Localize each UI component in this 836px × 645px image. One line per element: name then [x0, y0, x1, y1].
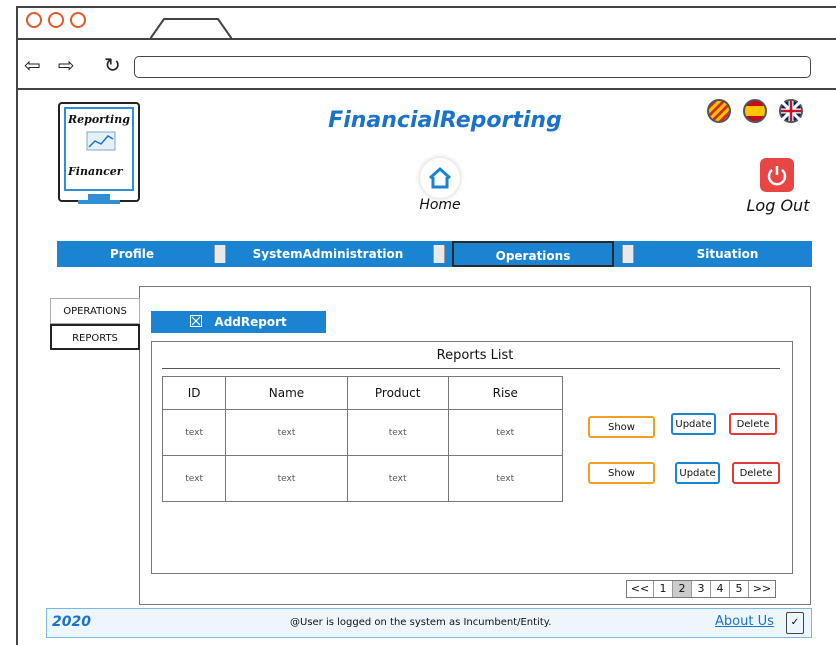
menu-separator — [622, 245, 634, 263]
pagination-last[interactable]: >> — [749, 581, 775, 597]
address-bar[interactable] — [134, 56, 811, 78]
uk-flag-icon[interactable] — [779, 99, 803, 123]
side-tab-reports[interactable]: REPORTS — [50, 324, 140, 350]
arrow-left-icon[interactable]: ⇦ — [24, 55, 41, 75]
table-row[interactable]: text text text text — [161, 455, 564, 502]
home-button[interactable] — [420, 158, 460, 198]
menu-item-operations[interactable]: Operations — [452, 241, 614, 267]
add-report-button[interactable]: AddReport — [151, 311, 326, 333]
chart-icon — [86, 131, 116, 151]
menu-item-profile[interactable]: Profile — [57, 241, 207, 267]
add-report-label: AddReport — [214, 315, 287, 329]
clipboard-icon[interactable]: ✓ — [786, 612, 804, 634]
table-cell: text — [161, 455, 227, 502]
title-divider — [162, 368, 780, 369]
footer-login-status: @User is logged on the system as Incumbe… — [290, 617, 552, 628]
column-header-id[interactable]: ID — [161, 376, 227, 410]
side-tab-operations[interactable]: OPERATIONS — [50, 298, 140, 324]
pagination-page[interactable]: 1 — [654, 581, 673, 597]
table-row[interactable]: text text text text — [161, 409, 564, 456]
app-title: FinancialReporting — [328, 108, 562, 133]
pagination-page-current[interactable]: 2 — [673, 581, 692, 597]
reports-table: ID Name Product Rise text text text text… — [161, 376, 564, 502]
table-cell: text — [447, 409, 564, 456]
about-us-link[interactable]: About Us — [715, 614, 774, 629]
column-header-name[interactable]: Name — [225, 376, 348, 410]
pagination-first[interactable]: << — [627, 581, 654, 597]
reports-list-title: Reports List — [436, 348, 514, 363]
logo-text-reporting: Reporting — [68, 113, 130, 126]
close-window-icon[interactable] — [26, 12, 42, 28]
minimize-window-icon[interactable] — [48, 12, 64, 28]
show-button[interactable]: Show — [588, 462, 655, 484]
table-header-row: ID Name Product Rise — [161, 376, 564, 410]
table-cell: text — [346, 455, 449, 502]
close-box-icon — [190, 315, 203, 327]
maximize-window-icon[interactable] — [70, 12, 86, 28]
catalan-flag-icon[interactable] — [707, 99, 731, 123]
show-button[interactable]: Show — [588, 416, 655, 438]
footer-year: 2020 — [52, 614, 91, 630]
table-cell: text — [225, 409, 348, 456]
home-label[interactable]: Home — [408, 197, 472, 213]
spanish-flag-icon[interactable] — [743, 99, 767, 123]
delete-button[interactable]: Delete — [732, 462, 780, 484]
logo-stand-base — [78, 200, 120, 204]
menu-item-situation[interactable]: Situation — [643, 241, 812, 267]
delete-button[interactable]: Delete — [729, 413, 777, 435]
app-logo: Reporting Financer — [58, 102, 140, 204]
pagination-page[interactable]: 3 — [692, 581, 711, 597]
menu-separator — [214, 245, 226, 263]
table-cell: text — [346, 409, 449, 456]
menu-item-system-administration[interactable]: SystemAdministration — [233, 241, 423, 267]
column-header-product[interactable]: Product — [346, 376, 449, 410]
logout-label[interactable]: Log Out — [738, 196, 818, 215]
browser-tab[interactable] — [150, 18, 232, 40]
power-icon — [767, 166, 787, 186]
pagination: << 1 2 3 4 5 >> — [626, 580, 776, 598]
logout-button[interactable] — [760, 158, 794, 192]
chrome-divider — [16, 88, 836, 90]
home-icon — [428, 167, 452, 189]
update-button[interactable]: Update — [671, 413, 716, 435]
chrome-divider — [16, 38, 836, 40]
pagination-page[interactable]: 4 — [711, 581, 730, 597]
menu-separator — [433, 245, 445, 263]
logo-screen: Reporting Financer — [64, 107, 134, 191]
column-header-rise[interactable]: Rise — [447, 376, 564, 410]
table-cell: text — [447, 455, 564, 502]
update-button[interactable]: Update — [675, 462, 720, 484]
table-cell: text — [225, 455, 348, 502]
table-cell: text — [161, 409, 227, 456]
refresh-icon[interactable]: ↻ — [104, 55, 121, 75]
arrow-right-icon[interactable]: ⇨ — [58, 55, 75, 75]
logo-text-financer: Financer — [68, 165, 123, 178]
pagination-page[interactable]: 5 — [730, 581, 749, 597]
